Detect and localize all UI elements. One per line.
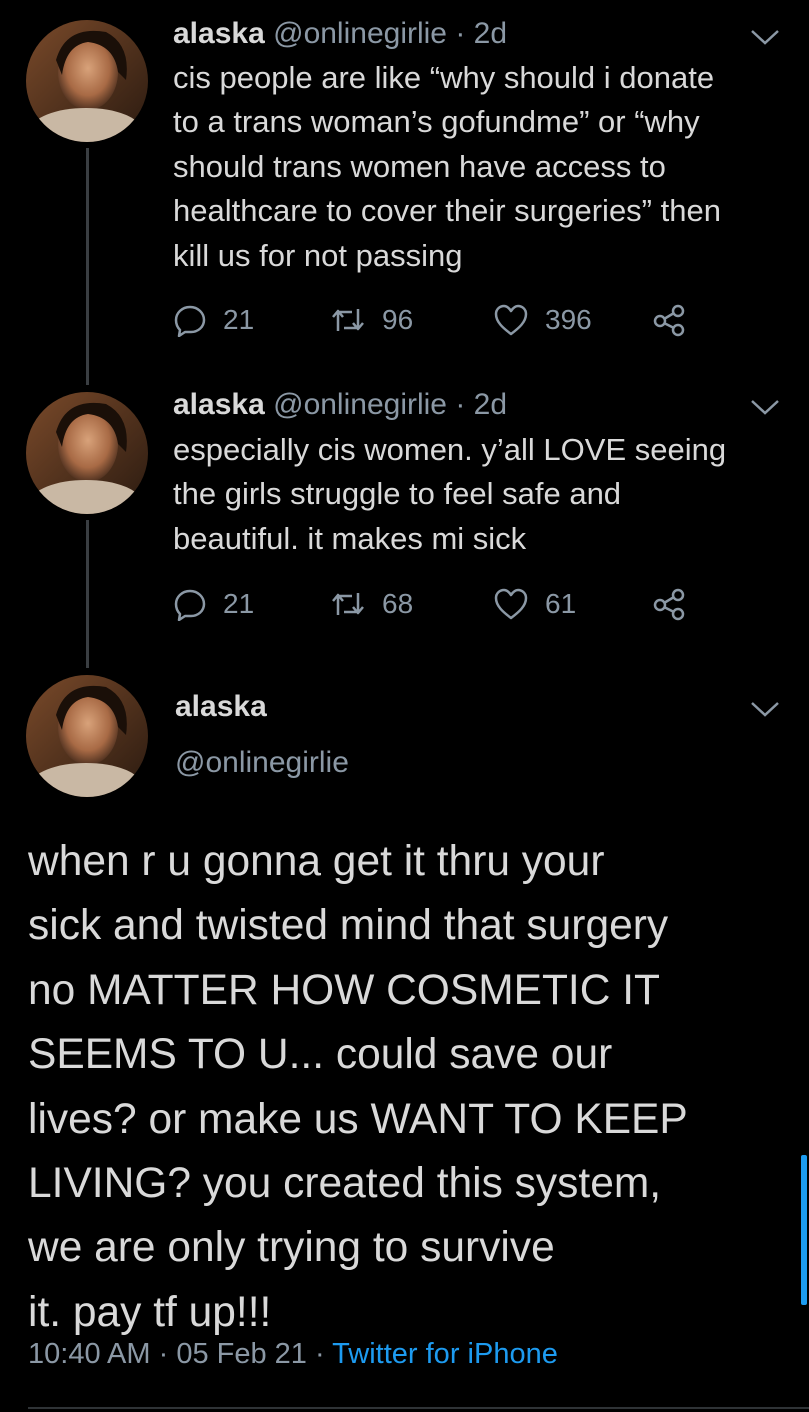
retweet-count: 96 <box>382 304 414 335</box>
thread-line <box>86 520 89 668</box>
tweet-text: especially cis women. y’all LOVE seeing … <box>173 432 727 556</box>
reply-button[interactable]: 21 <box>173 584 254 624</box>
timestamp[interactable]: 2d <box>474 388 507 421</box>
chevron-down-icon[interactable] <box>748 396 782 418</box>
retweet-icon <box>332 309 364 331</box>
heart-icon <box>494 588 528 620</box>
display-name[interactable]: alaska <box>173 17 265 50</box>
share-icon <box>653 304 685 337</box>
handle[interactable]: @onlinegirlie <box>175 746 349 780</box>
divider <box>28 1407 809 1409</box>
tweet-date[interactable]: 05 Feb 21 <box>176 1338 307 1370</box>
display-name[interactable]: alaska <box>173 388 265 421</box>
handle[interactable]: @onlinegirlie <box>273 388 447 421</box>
tweet-actions: 21 96 396 <box>173 300 713 340</box>
avatar[interactable] <box>26 675 148 797</box>
avatar[interactable] <box>26 392 148 514</box>
handle[interactable]: @onlinegirlie <box>273 17 447 50</box>
share-button[interactable] <box>651 584 687 624</box>
avatar[interactable] <box>26 20 148 142</box>
separator: · <box>306 1338 333 1370</box>
share-icon <box>653 588 685 621</box>
retweet-button[interactable]: 68 <box>330 584 413 624</box>
share-button[interactable] <box>651 300 687 340</box>
reply-icon <box>174 589 206 621</box>
chevron-down-icon[interactable] <box>748 26 782 48</box>
tweet-footer: 10:40 AM · 05 Feb 21 · Twitter for iPhon… <box>28 1338 558 1371</box>
reply-icon <box>174 305 206 337</box>
tweet-actions: 21 68 61 <box>173 584 713 624</box>
retweet-button[interactable]: 96 <box>330 300 413 340</box>
retweet-icon <box>332 593 364 615</box>
retweet-count: 68 <box>382 588 414 619</box>
like-count: 61 <box>545 588 577 619</box>
scrollbar[interactable] <box>801 1155 807 1305</box>
tweet-header: alaska @onlinegirlie · 2d <box>173 16 507 52</box>
like-count: 396 <box>545 304 592 335</box>
separator: · <box>447 17 474 50</box>
like-button[interactable]: 396 <box>493 300 592 340</box>
heart-icon <box>494 304 528 336</box>
thread-line <box>86 148 89 385</box>
tweet-time[interactable]: 10:40 AM <box>28 1338 151 1370</box>
reply-button[interactable]: 21 <box>173 300 254 340</box>
reply-count: 21 <box>223 588 255 619</box>
separator: · <box>150 1338 177 1370</box>
timestamp[interactable]: 2d <box>474 17 507 50</box>
tweet-text: cis people are like “why should i donate… <box>173 60 721 273</box>
chevron-down-icon[interactable] <box>748 698 782 720</box>
reply-count: 21 <box>223 304 255 335</box>
separator: · <box>447 388 474 421</box>
like-button[interactable]: 61 <box>493 584 576 624</box>
tweet-header: alaska @onlinegirlie · 2d <box>173 387 507 423</box>
main-tweet-text: when r u gonna get it thru your sick and… <box>28 838 688 1336</box>
tweet-source-link[interactable]: Twitter for iPhone <box>332 1338 558 1370</box>
display-name[interactable]: alaska <box>175 690 267 724</box>
